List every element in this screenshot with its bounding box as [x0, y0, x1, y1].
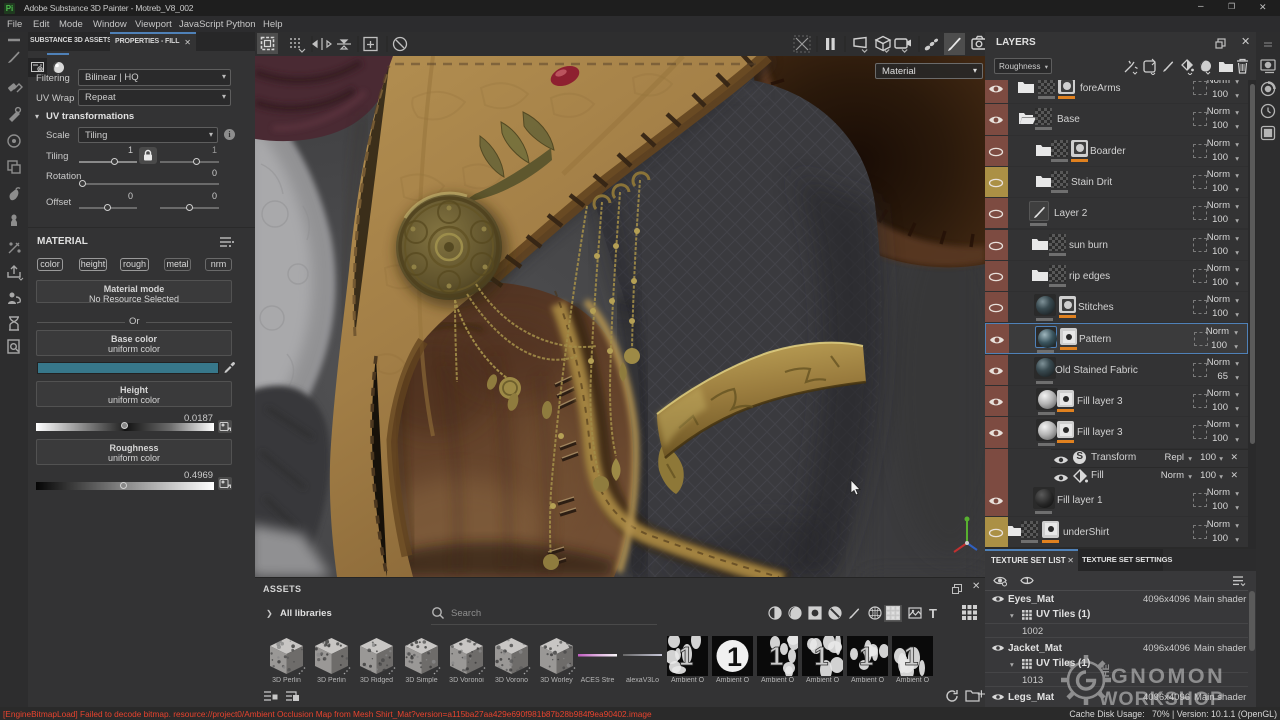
svg-text:1: 1 — [859, 641, 873, 671]
svg-text:1: 1 — [904, 641, 918, 671]
svg-text:T: T — [929, 606, 937, 621]
svg-text:1: 1 — [679, 641, 693, 671]
svg-text:1: 1 — [1025, 577, 1030, 586]
svg-text:1: 1 — [727, 642, 742, 672]
svg-text:1: 1 — [769, 641, 783, 671]
svg-text:1: 1 — [814, 641, 828, 671]
